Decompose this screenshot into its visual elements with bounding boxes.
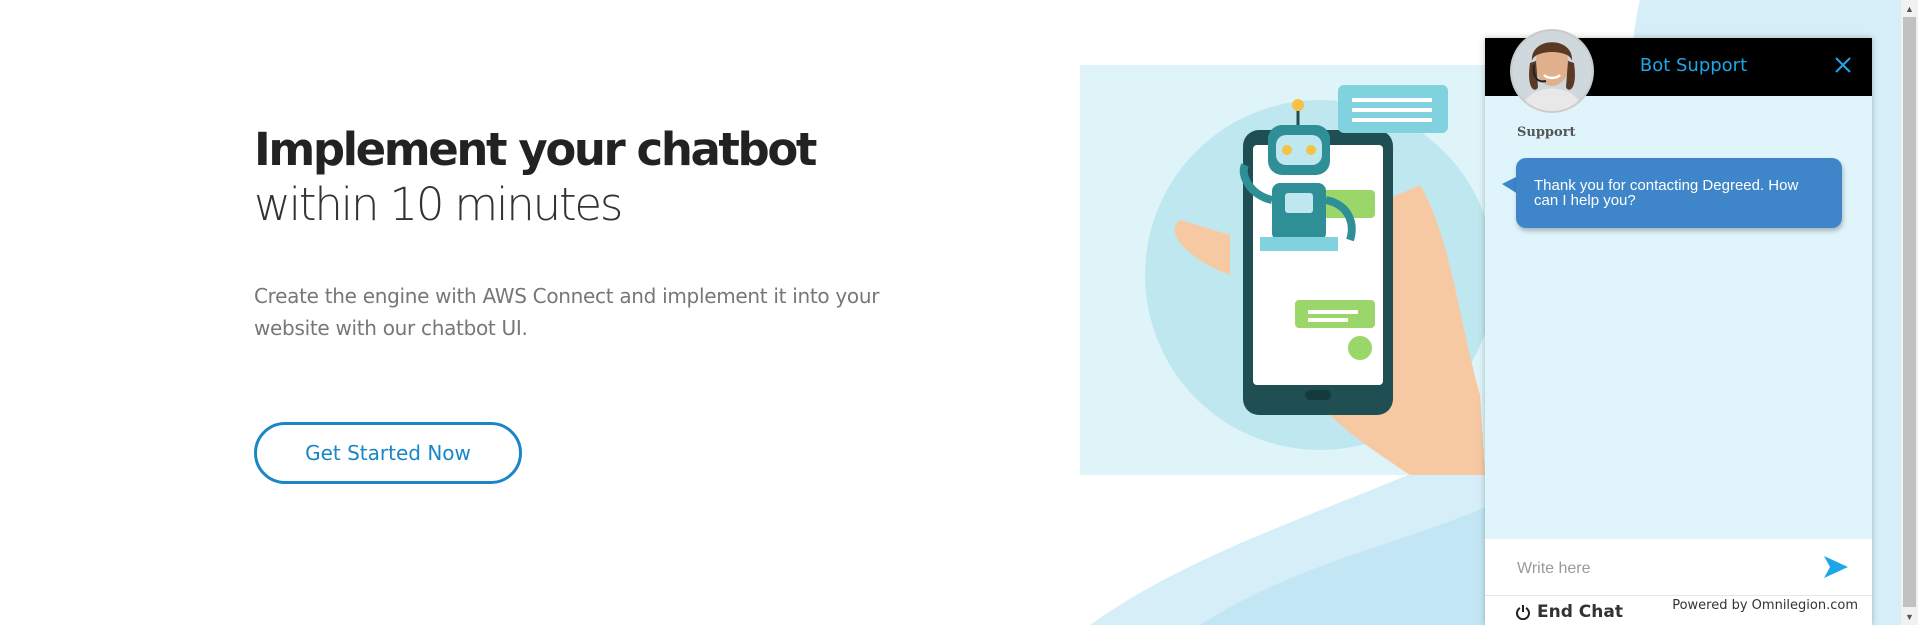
end-chat-label: End Chat [1537,602,1623,622]
end-chat-button[interactable]: End Chat [1515,602,1623,622]
hero-title-light: within 10 minutes [254,178,623,231]
page-scrollbar[interactable]: ▲ ▼ [1901,0,1918,625]
hero-subtitle: Create the engine with AWS Connect and i… [254,284,880,340]
robot-illustration [1080,65,1485,475]
bot-message-bubble: Thank you for contacting Degreed. How ca… [1516,158,1842,228]
message-input[interactable] [1515,555,1819,583]
send-icon[interactable] [1824,556,1848,583]
powered-by: Powered by Omnilegion.com [1672,598,1858,613]
close-icon[interactable] [1834,56,1852,79]
scroll-thumb[interactable] [1903,17,1916,607]
get-started-button[interactable]: Get Started Now [254,422,522,484]
message-sender: Support [1517,125,1576,140]
power-icon [1516,605,1530,620]
message-composer [1485,539,1872,595]
hero-title: Implement your chatbot within 10 minutes [254,122,914,232]
scroll-up-icon[interactable]: ▲ [1901,0,1918,17]
hero-title-bold: Implement your chatbot [254,123,817,176]
scroll-down-icon[interactable]: ▼ [1901,608,1918,625]
agent-avatar [1510,29,1594,113]
chat-widget: Bot Support Support Thank you for contac… [1485,29,1872,626]
chat-footer: End Chat Powered by Omnilegion.com [1485,595,1872,626]
